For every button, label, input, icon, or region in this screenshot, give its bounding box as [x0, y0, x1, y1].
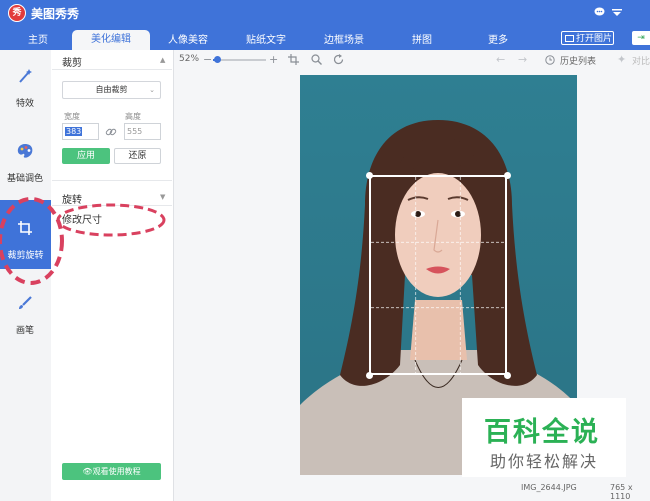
collapse-icon[interactable]: ▲: [160, 56, 165, 64]
restore-button[interactable]: 还原: [114, 148, 161, 164]
image-dimensions: 765 x 1110: [610, 483, 633, 501]
height-input[interactable]: 555: [124, 123, 161, 140]
reset-icon[interactable]: [333, 54, 344, 68]
undo-icon[interactable]: ←: [496, 53, 505, 66]
compare-label[interactable]: 对比: [632, 54, 650, 67]
open-image-label: 打开图片: [576, 34, 613, 44]
crop-handle-bottom-left[interactable]: [366, 372, 373, 379]
file-name: IMG_2644.JPG: [521, 483, 577, 492]
crop-section-title: 裁剪: [62, 58, 82, 69]
brush-icon: [0, 295, 50, 316]
zoom-in-icon[interactable]: +: [269, 53, 278, 66]
divider: [52, 180, 172, 181]
sidebar-item-label: 特效: [15, 99, 34, 109]
width-value: 383: [65, 127, 83, 136]
crop-tool-icon[interactable]: [288, 54, 299, 68]
tab-stickers-text[interactable]: 贴纸文字: [246, 31, 286, 46]
divider: [52, 69, 172, 70]
app-logo: 秀: [8, 4, 26, 22]
magic-wand-icon: [0, 68, 50, 89]
tutorial-button[interactable]: 👁观看使用教程: [62, 463, 161, 480]
tab-beautify-edit[interactable]: 美化编辑: [72, 30, 150, 50]
eye-icon: 👁: [82, 467, 93, 476]
sidebar-item-label: 画笔: [15, 326, 34, 336]
sidebar-item-effects[interactable]: 特效: [0, 68, 50, 109]
open-image-button[interactable]: 打开图片: [561, 31, 614, 45]
crop-handle-top-right[interactable]: [504, 172, 511, 179]
sidebar-item-brush[interactable]: 画笔: [0, 295, 50, 336]
crop-handle-top-left[interactable]: [366, 172, 373, 179]
zoom-level: 52%: [179, 54, 200, 64]
tutorial-label: 观看使用教程: [92, 467, 141, 476]
tab-collage[interactable]: 拼图: [412, 31, 432, 46]
crop-frame[interactable]: [369, 175, 507, 375]
watermark-subtitle: 助你轻松解决: [490, 452, 599, 471]
width-label: 宽度: [64, 112, 80, 121]
width-input[interactable]: 383: [62, 123, 99, 140]
crop-mode-select[interactable]: 自由裁剪 ⌄: [62, 81, 161, 99]
tab-home[interactable]: 主页: [28, 31, 48, 46]
height-label: 高度: [125, 112, 141, 121]
zoom-out-icon[interactable]: −: [203, 53, 212, 66]
tab-more[interactable]: 更多: [488, 31, 508, 46]
history-list-label[interactable]: 历史列表: [560, 54, 596, 67]
crop-handle-bottom-right[interactable]: [504, 372, 511, 379]
link-icon[interactable]: [105, 126, 117, 141]
chat-icon[interactable]: [594, 7, 605, 20]
history-icon[interactable]: [545, 55, 555, 68]
app-title: 美图秀秀: [31, 7, 80, 21]
image-icon: [565, 35, 574, 42]
redo-icon[interactable]: →: [518, 53, 527, 66]
sidebar-item-label: 基础调色: [6, 174, 43, 184]
tab-frames[interactable]: 边框场景: [324, 31, 364, 46]
annotation-oval-resize: [56, 203, 166, 237]
crop-mode-value: 自由裁剪: [95, 85, 128, 94]
compare-icon[interactable]: ✦: [617, 53, 626, 66]
exit-icon[interactable]: ⇥: [632, 31, 650, 45]
chevron-down-icon: ⌄: [149, 86, 155, 94]
sidebar-item-basic-color[interactable]: 基础调色: [0, 143, 50, 184]
tab-portrait[interactable]: 人像美容: [168, 31, 208, 46]
collapse-icon[interactable]: ▼: [160, 193, 165, 201]
title-bar: [0, 0, 650, 26]
zoom-fit-icon[interactable]: [311, 54, 322, 68]
watermark-title: 百科全说: [484, 417, 600, 448]
menu-icon[interactable]: [612, 7, 622, 20]
zoom-slider-handle[interactable]: [214, 56, 221, 63]
palette-icon: [0, 143, 50, 164]
crop-grid: [371, 177, 505, 373]
apply-button[interactable]: 应用: [62, 148, 110, 164]
